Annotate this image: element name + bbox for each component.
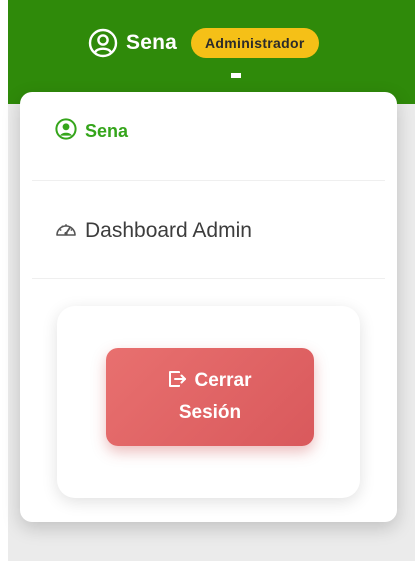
dropdown-caret-icon (231, 73, 241, 78)
role-badge: Administrador (191, 28, 319, 58)
user-menu-toggle[interactable]: Sena Administrador (88, 26, 319, 60)
speedometer-icon (55, 219, 77, 244)
logout-card: Cerrar Sesión (57, 306, 360, 498)
top-navbar: Sena Administrador (8, 0, 415, 104)
user-circle-icon (88, 28, 118, 58)
user-circle-icon (55, 117, 77, 145)
header-user-name: Sena (126, 31, 177, 54)
app-frame: Sena Administrador Sena Dashboard Admin … (0, 0, 415, 561)
dropdown-item-dashboard-admin[interactable]: Dashboard Admin (32, 214, 385, 248)
logout-button-label: Cerrar Sesión (178, 370, 252, 423)
menu-divider (32, 180, 385, 181)
sign-out-icon (168, 368, 188, 398)
dropdown-user-label: Sena (85, 120, 129, 141)
user-dropdown-menu: Sena Dashboard Admin Cerrar Sesión (20, 92, 397, 522)
logout-button[interactable]: Cerrar Sesión (106, 348, 314, 446)
menu-divider (32, 278, 385, 279)
dropdown-dashboard-label: Dashboard Admin (85, 219, 252, 242)
dropdown-item-user[interactable]: Sena (32, 114, 385, 148)
